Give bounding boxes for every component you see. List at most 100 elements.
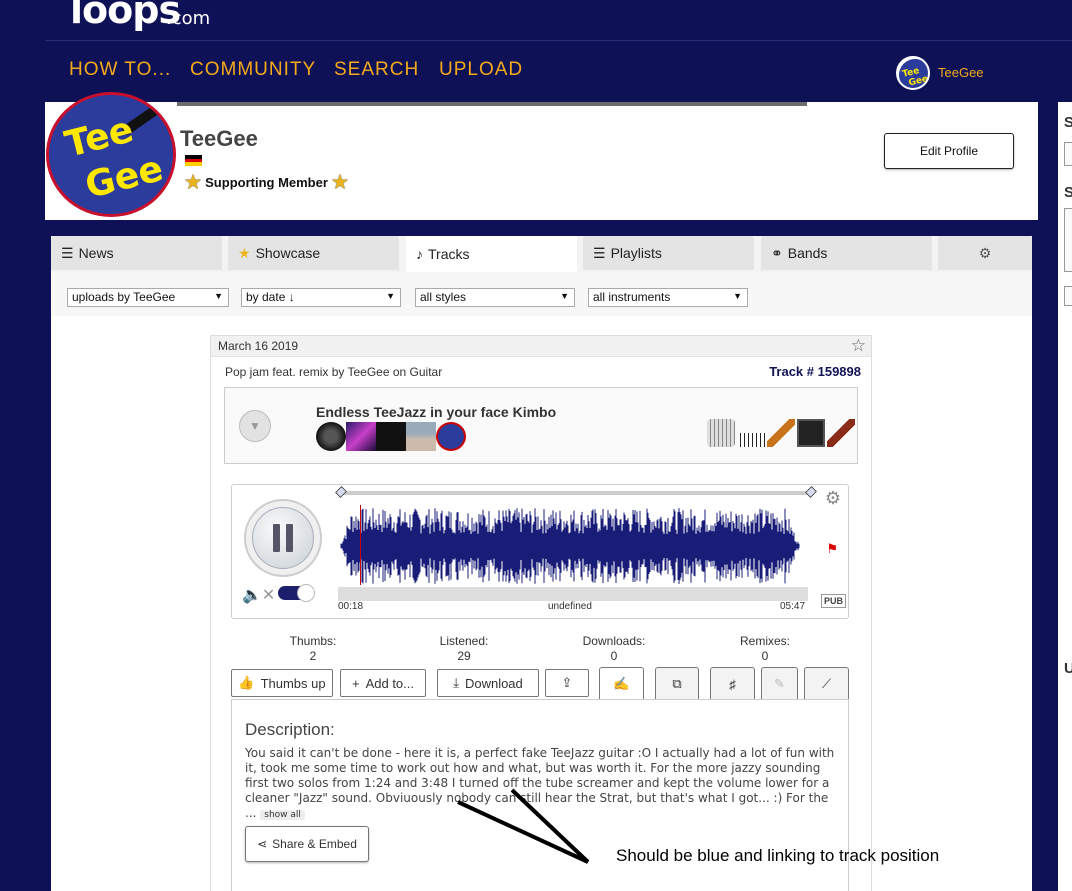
tab-description[interactable]: ✍	[599, 667, 644, 700]
tab-label: Bands	[787, 245, 828, 261]
tab-label: Tracks	[428, 246, 470, 262]
plus-icon: +	[351, 675, 360, 691]
pause-icon	[252, 507, 314, 569]
stat-value: 0	[610, 649, 618, 663]
button-label: Add to...	[365, 675, 414, 691]
range-end-handle[interactable]	[805, 486, 817, 498]
pub-badge: PUB	[820, 594, 846, 608]
menu-icon: ☰	[61, 244, 74, 261]
contributor-thumbnails	[316, 422, 466, 451]
tab-stats[interactable]: ⟋	[804, 667, 849, 700]
tab-showcase[interactable]: ★ Showcase	[228, 236, 399, 270]
sidebar-heading: S	[1064, 114, 1072, 131]
upload-icon: ⇪	[561, 675, 573, 690]
nav-upload[interactable]: UPLOAD	[439, 59, 523, 81]
amp-icon	[797, 419, 825, 447]
stat-label: Downloads:	[582, 634, 646, 648]
guitar-icon	[767, 419, 795, 447]
show-all-link[interactable]: show all	[260, 810, 305, 820]
range-start-handle[interactable]	[335, 486, 347, 498]
tab-structure[interactable]: ⧉	[655, 667, 699, 700]
sidebar-textarea[interactable]	[1064, 208, 1072, 272]
sort-select[interactable]: by date ↓ ▼	[241, 288, 401, 307]
contributor-avatar[interactable]	[376, 422, 406, 451]
music-note-icon: ♪	[416, 246, 423, 262]
select-value: all styles	[420, 290, 467, 304]
nav-how-to[interactable]: HOW TO...	[69, 59, 171, 81]
stat-label: Thumbs:	[289, 634, 337, 648]
timeline-bar[interactable]	[338, 587, 808, 601]
contributor-avatar[interactable]	[316, 422, 346, 451]
profile-banner	[177, 102, 807, 106]
download-button[interactable]: ⤓ Download	[437, 669, 539, 697]
right-sidebar: S S U	[1058, 102, 1072, 891]
edit-profile-button[interactable]: Edit Profile	[884, 133, 1014, 169]
tab-notation[interactable]: ♯	[710, 667, 755, 700]
track-number[interactable]: Track # 159898	[769, 364, 861, 379]
germany-flag-icon	[185, 155, 202, 166]
site-logo[interactable]: loops .com	[70, 0, 210, 32]
nav-user-avatar[interactable]: Tee Gee	[896, 56, 930, 90]
contributor-avatar[interactable]	[406, 422, 436, 451]
thumbs-up-button[interactable]: 👍 Thumbs up	[231, 669, 333, 697]
badge-label: Supporting Member	[205, 175, 328, 190]
stat-downloads: Downloads: 0	[574, 634, 654, 664]
contributor-avatar[interactable]	[346, 422, 376, 451]
select-value: all instruments	[593, 290, 671, 304]
contributor-avatar[interactable]	[436, 422, 466, 451]
chevron-down-icon: ▼	[386, 291, 395, 301]
chevron-down-icon: ▼	[560, 291, 569, 301]
stat-label: Listened:	[439, 634, 489, 648]
profile-avatar[interactable]: Tee Gee	[46, 92, 176, 217]
track-subtitle[interactable]: Pop jam feat. remix by TeeGee on Guitar	[225, 365, 442, 379]
thumbs-up-icon: 👍	[238, 675, 255, 690]
stat-thumbs: Thumbs: 2	[273, 634, 353, 664]
nav-username[interactable]: TeeGee	[938, 65, 984, 80]
share-icon: ⋖	[257, 837, 268, 851]
stat-label: Remixes:	[739, 634, 790, 648]
gear-icon[interactable]: ⚙	[825, 488, 841, 509]
track-date-bar: March 16 2019 ☆	[211, 336, 871, 357]
tab-news[interactable]: ☰ News	[51, 236, 222, 270]
tab-lyrics[interactable]: ✎	[761, 667, 798, 700]
audio-player: 🔈✕ ⚙ ⚑ 00:18 undefined 05:47 PUB	[231, 484, 849, 619]
star-icon: ★	[238, 244, 251, 261]
tab-tracks[interactable]: ♪ Tracks	[406, 236, 577, 272]
sidebar-input[interactable]	[1064, 142, 1072, 166]
chevron-down-icon: ▼	[214, 291, 223, 301]
collapse-toggle-icon[interactable]: ▼	[239, 410, 271, 442]
nav-community[interactable]: COMMUNITY	[190, 59, 316, 81]
flag-icon[interactable]: ⚑	[826, 541, 838, 557]
main-panel: ☰ News ★ Showcase ♪ Tracks ☰ Playlists ⚭ Band…	[51, 236, 1032, 891]
timeline-middle-label: undefined	[548, 601, 592, 612]
tab-label: Playlists	[610, 245, 662, 261]
share-upload-button[interactable]: ⇪	[545, 669, 589, 697]
chevron-down-icon: ▼	[733, 291, 742, 301]
track-title[interactable]: Endless TeeJazz in your face Kimbo	[316, 404, 556, 420]
share-embed-button[interactable]: ⋖ Share & Embed	[245, 826, 369, 862]
add-to-button[interactable]: + Add to...	[340, 669, 426, 697]
sidebar-heading: S	[1064, 184, 1072, 201]
favorite-star-icon[interactable]: ☆	[851, 336, 866, 356]
instruments-select[interactable]: all instruments ▼	[588, 288, 748, 307]
button-label: Share & Embed	[272, 837, 357, 851]
loop-range-slider[interactable]	[335, 486, 817, 498]
logo-text: loops	[70, 0, 181, 32]
track-card: March 16 2019 ☆ Pop jam feat. remix by T…	[210, 335, 872, 891]
band-icon: ⚭	[771, 244, 783, 261]
loop-toggle[interactable]	[278, 584, 315, 602]
tab-settings[interactable]: ⚙	[938, 236, 1032, 270]
track-info-box: ▼ Endless TeeJazz in your face Kimbo	[224, 387, 858, 464]
tab-bands[interactable]: ⚭ Bands	[761, 236, 932, 270]
waveform[interactable]	[340, 505, 810, 587]
styles-select[interactable]: all styles ▼	[415, 288, 575, 307]
uploads-select[interactable]: uploads by TeeGee ▼	[67, 288, 229, 307]
tab-label: Showcase	[255, 245, 321, 261]
duration: 05:47	[780, 601, 806, 612]
nav-search[interactable]: SEARCH	[334, 59, 419, 81]
sidebar-button[interactable]	[1064, 286, 1072, 306]
gear-icon: ⚙	[978, 244, 992, 261]
pause-button[interactable]	[244, 499, 322, 577]
tab-playlists[interactable]: ☰ Playlists	[583, 236, 754, 270]
mute-speaker-icon[interactable]: 🔈✕	[242, 585, 275, 605]
